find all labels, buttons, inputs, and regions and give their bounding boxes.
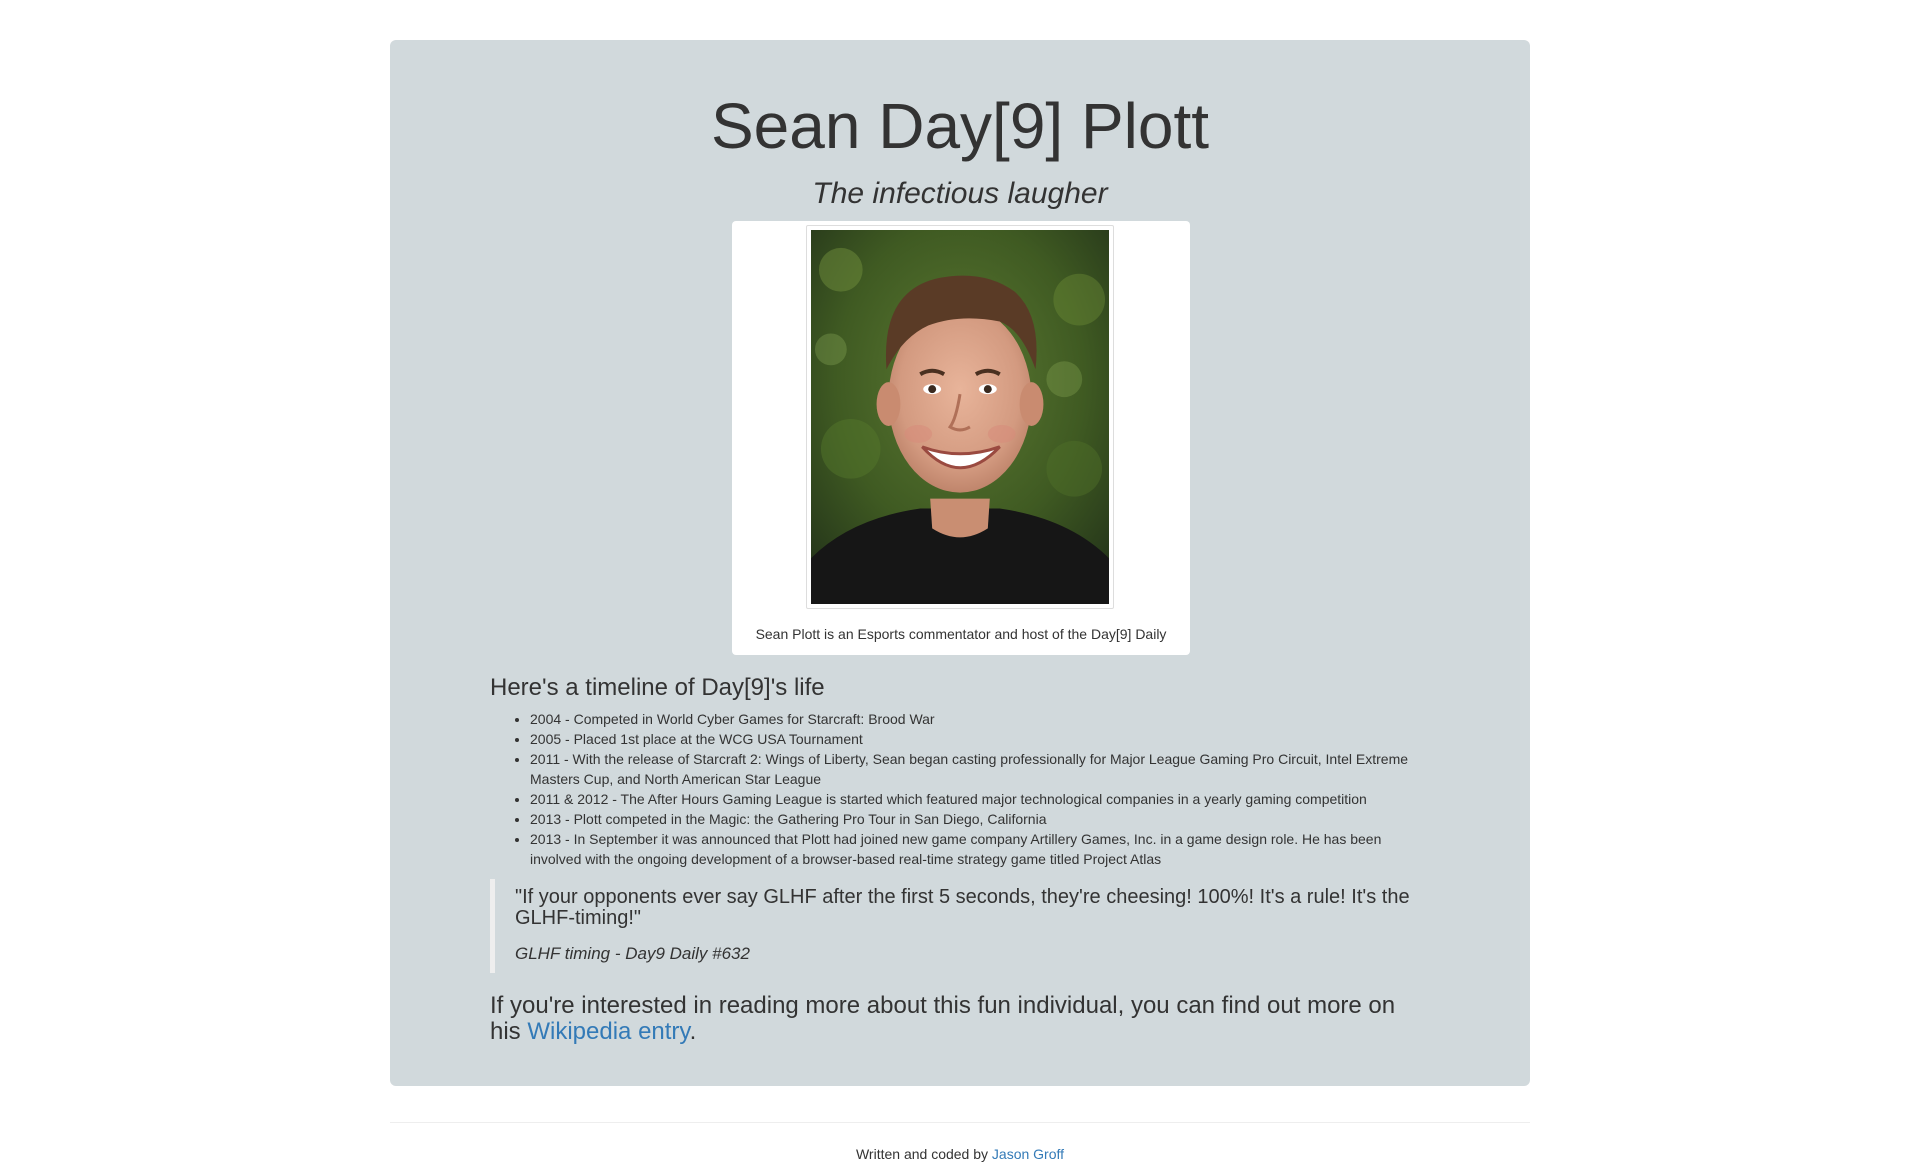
footer-divider xyxy=(390,1122,1530,1123)
tribute-content: Here's a timeline of Day[9]'s life 2004 … xyxy=(490,673,1430,1045)
quote-source: GLHF timing - Day9 Daily #632 xyxy=(515,944,750,963)
more-info-suffix: . xyxy=(689,1018,697,1045)
quote-text: "If your opponents ever say GLHF after t… xyxy=(515,886,1410,929)
wikipedia-link[interactable]: Wikipedia entry xyxy=(527,1018,689,1045)
timeline-item: 2005 - Placed 1st place at the WCG USA T… xyxy=(530,729,1430,749)
footer: Written and coded by Jason Groff xyxy=(390,1144,1530,1164)
timeline-item: 2013 - Plott competed in the Magic: the … xyxy=(530,809,1430,829)
portrait-thumbnail: Sean Plott is an Esports commentator and… xyxy=(732,221,1190,655)
portrait-frame xyxy=(806,225,1114,609)
timeline-item: 2011 - With the release of Starcraft 2: … xyxy=(530,749,1430,789)
page: Sean Day[9] Plott The infectious laugher xyxy=(0,0,1920,1168)
portrait-photo xyxy=(811,230,1109,604)
timeline-heading: Here's a timeline of Day[9]'s life xyxy=(490,674,825,701)
page-title: Sean Day[9] Plott xyxy=(710,90,1210,162)
page-subtitle: The infectious laugher xyxy=(812,177,1108,210)
timeline-item: 2004 - Competed in World Cyber Games for… xyxy=(530,709,1430,729)
more-info: If you're interested in reading more abo… xyxy=(490,993,1430,1045)
author-link[interactable]: Jason Groff xyxy=(992,1146,1064,1162)
tribute-container: Sean Day[9] Plott The infectious laugher xyxy=(390,40,1530,1086)
portrait-caption: Sean Plott is an Esports commentator and… xyxy=(755,626,1167,642)
quote-block: "If your opponents ever say GLHF after t… xyxy=(490,879,1415,973)
timeline-item: 2013 - In September it was announced tha… xyxy=(530,829,1430,869)
footer-text: Written and coded by xyxy=(855,1146,992,1162)
timeline-item: 2011 & 2012 - The After Hours Gaming Lea… xyxy=(530,789,1430,809)
timeline-list: 2004 - Competed in World Cyber Games for… xyxy=(490,709,1430,869)
